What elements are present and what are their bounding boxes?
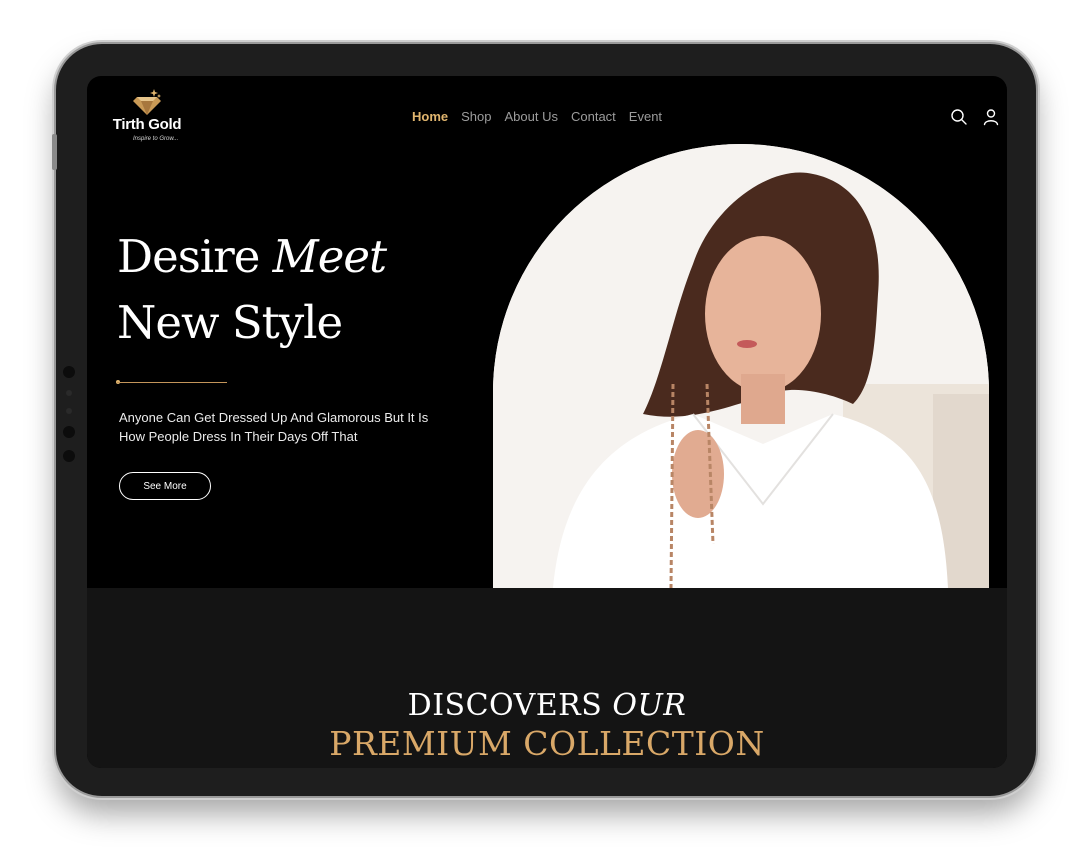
see-more-button[interactable]: See More — [119, 472, 211, 500]
brand-tagline: Inspire to Grow... — [133, 136, 179, 142]
nav-item-about-us[interactable]: About Us — [505, 109, 558, 124]
hero-title-word-meet: Meet — [272, 230, 387, 283]
brand-logo[interactable]: Tirth Gold Inspire to Grow... — [105, 88, 189, 146]
hero-title-line2: New Style — [117, 296, 343, 349]
collection-title-line2: PREMIUM COLLECTION — [329, 724, 765, 763]
brand-name: Tirth Gold — [112, 116, 182, 133]
nav-item-contact[interactable]: Contact — [571, 109, 616, 124]
nav-item-shop[interactable]: Shop — [461, 109, 491, 124]
collection-title-our: OUR — [612, 688, 687, 723]
diamond-logo-icon — [133, 89, 161, 115]
nav-item-event[interactable]: Event — [629, 109, 662, 124]
collection-title-line1: DISCOVERS OUR — [87, 688, 1007, 723]
volume-button — [52, 134, 57, 170]
search-icon[interactable] — [950, 108, 968, 126]
model-photo-illustration — [493, 144, 989, 588]
hero-model-image — [493, 144, 989, 588]
collection-title-discovers: DISCOVERS — [407, 688, 603, 723]
user-icon[interactable] — [982, 108, 1000, 126]
gold-divider — [117, 382, 227, 383]
camera-sensors — [62, 366, 76, 474]
hero-title: Desire Meet New Style — [117, 224, 387, 356]
nav-item-home[interactable]: Home — [412, 109, 448, 124]
hero-title-word-desire: Desire — [117, 230, 260, 283]
website-screen: Tirth Gold Inspire to Grow... Home Shop … — [87, 76, 1007, 768]
hero-description: Anyone Can Get Dressed Up And Glamorous … — [119, 410, 429, 444]
main-nav: Home Shop About Us Contact Event — [412, 109, 662, 124]
